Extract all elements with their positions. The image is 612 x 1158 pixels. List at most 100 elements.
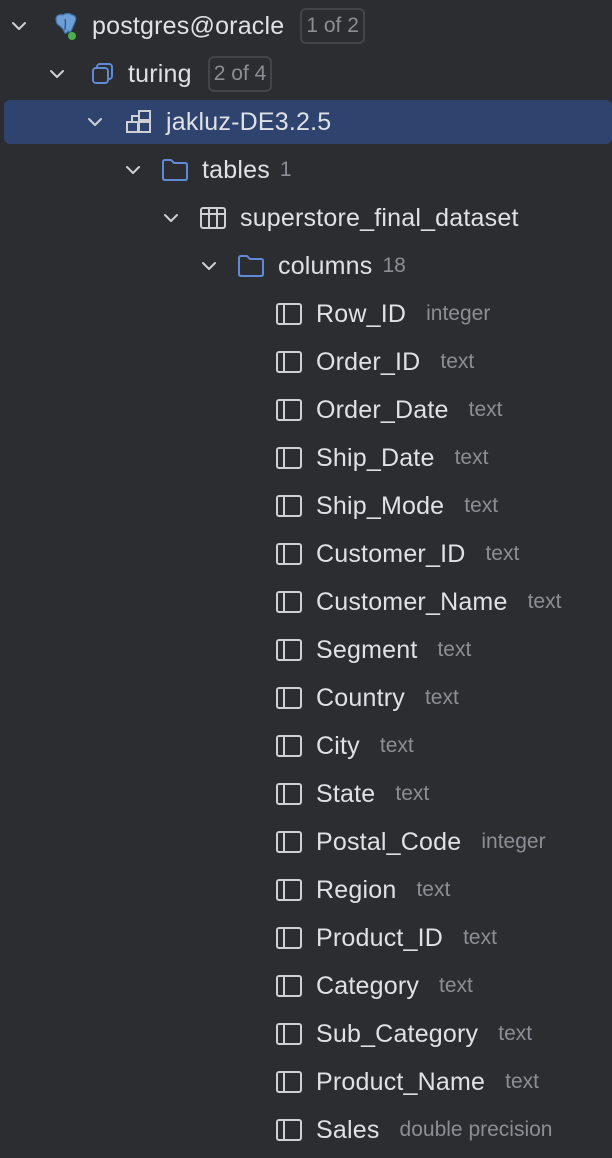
column-name: Product_ID (316, 923, 444, 952)
column-type: text (437, 638, 472, 661)
column-icon (274, 347, 304, 377)
column-icon (274, 923, 304, 953)
tree-node-column[interactable]: Category text (0, 962, 612, 1010)
schema-label: jakluz-DE3.2.5 (166, 107, 332, 136)
chevron-down-icon[interactable] (84, 111, 106, 133)
chevron-down-icon[interactable] (160, 207, 182, 229)
tree-node-column[interactable]: Sub_Category text (0, 1010, 612, 1058)
tree-node-column[interactable]: Sales double precision (0, 1106, 612, 1154)
column-name: City (316, 731, 360, 760)
column-icon (274, 539, 304, 569)
table-icon (198, 203, 228, 233)
tree-node-column[interactable]: Ship_Date text (0, 434, 612, 482)
column-type: integer (481, 830, 546, 853)
column-type: text (379, 734, 414, 757)
database-icon (88, 59, 118, 89)
column-icon (274, 587, 304, 617)
column-name: Product_Name (316, 1067, 486, 1096)
column-type: text (454, 446, 489, 469)
column-type: text (468, 398, 503, 421)
column-icon (274, 1115, 304, 1145)
column-icon (274, 971, 304, 1001)
tree-node-column[interactable]: City text (0, 722, 612, 770)
column-icon (274, 731, 304, 761)
tree-node-column[interactable]: State text (0, 770, 612, 818)
column-name: Ship_Mode (316, 491, 445, 520)
column-icon (274, 1019, 304, 1049)
column-icon (274, 779, 304, 809)
tree-node-column[interactable]: Ship_Mode text (0, 482, 612, 530)
column-type: text (463, 926, 497, 949)
column-type: text (505, 1070, 540, 1093)
column-name: Row_ID (316, 299, 407, 328)
column-type: text (416, 878, 451, 901)
tree-node-column[interactable]: Product_ID text (0, 914, 612, 962)
chevron-down-icon[interactable] (8, 15, 30, 37)
chevron-down-icon[interactable] (46, 63, 68, 85)
tree-node-column[interactable]: Order_ID text (0, 338, 612, 386)
tree-node-column[interactable]: Country text (0, 674, 612, 722)
tree-node-columns-folder[interactable]: columns 18 (0, 242, 612, 290)
tree-node-schema[interactable]: jakluz-DE3.2.5 (0, 98, 612, 146)
columns-count: 18 (382, 254, 406, 277)
column-type: text (440, 350, 475, 373)
column-type: text (527, 590, 562, 613)
tables-count: 1 (279, 158, 292, 181)
column-name: Customer_ID (316, 539, 466, 568)
column-type: text (464, 494, 499, 517)
column-icon (274, 635, 304, 665)
tree-node-column[interactable]: Segment text (0, 626, 612, 674)
tree-node-connection[interactable]: postgres@oracle 1 of 2 (0, 2, 612, 50)
column-name: Order_Date (316, 395, 449, 424)
column-name: Customer_Name (316, 587, 508, 616)
column-icon (274, 395, 304, 425)
database-badge: 2 of 4 (207, 56, 273, 92)
schema-icon (124, 107, 154, 137)
chevron-down-icon[interactable] (198, 255, 220, 277)
column-type: text (439, 974, 473, 997)
tree-node-column[interactable]: Customer_ID text (0, 530, 612, 578)
column-name: Category (316, 971, 420, 1000)
database-label: turing (128, 59, 192, 88)
column-name: Region (316, 875, 397, 904)
tree-node-column[interactable]: Order_Date text (0, 386, 612, 434)
column-icon (274, 875, 304, 905)
column-icon (274, 299, 304, 329)
column-name: Postal_Code (316, 827, 462, 856)
column-name: Country (316, 683, 405, 712)
folder-icon (160, 155, 190, 185)
connection-label: postgres@oracle (92, 11, 285, 40)
column-type: integer (426, 302, 491, 325)
column-type: text (498, 1022, 533, 1045)
column-icon (274, 827, 304, 857)
tree-node-column[interactable]: Row_ID integer (0, 290, 612, 338)
chevron-down-icon[interactable] (122, 159, 144, 181)
column-type: text (424, 686, 459, 709)
column-icon (274, 491, 304, 521)
column-type: text (395, 782, 430, 805)
tree-node-column[interactable]: Customer_Name text (0, 578, 612, 626)
column-name: Order_ID (316, 347, 421, 376)
database-explorer-tree: postgres@oracle 1 of 2 turing 2 of 4 jak… (0, 0, 612, 1158)
table-label: superstore_final_dataset (240, 203, 519, 232)
column-type: double precision (399, 1118, 553, 1141)
column-name: Ship_Date (316, 443, 435, 472)
postgres-elephant-icon (50, 11, 80, 41)
column-name: Segment (316, 635, 418, 664)
columns-folder-label: columns (278, 251, 373, 280)
tree-node-database[interactable]: turing 2 of 4 (0, 50, 612, 98)
tree-node-tables-folder[interactable]: tables 1 (0, 146, 612, 194)
tables-folder-label: tables (202, 155, 270, 184)
column-icon (274, 443, 304, 473)
connection-badge: 1 of 2 (300, 8, 365, 44)
tree-node-column[interactable]: Region text (0, 866, 612, 914)
column-icon (274, 1067, 304, 1097)
column-name: State (316, 779, 376, 808)
column-icon (274, 683, 304, 713)
tree-node-column[interactable]: Product_Name text (0, 1058, 612, 1106)
column-name: Sales (316, 1115, 380, 1144)
tree-node-column[interactable]: Postal_Code integer (0, 818, 612, 866)
column-type: text (485, 542, 520, 565)
tree-node-table[interactable]: superstore_final_dataset (0, 194, 612, 242)
column-name: Sub_Category (316, 1019, 479, 1048)
